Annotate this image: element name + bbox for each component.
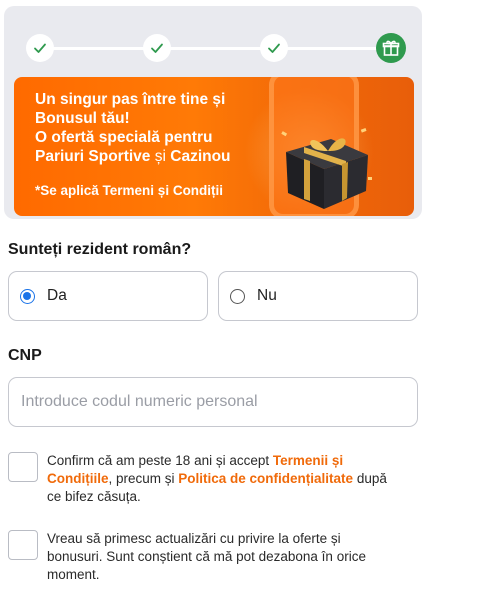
banner-headline: Un singur pas între tine și Bonusul tău!…	[35, 90, 231, 166]
resident-question: Sunteți rezident român?	[8, 241, 192, 258]
banner-sports: Pariuri Sportive	[35, 148, 151, 165]
consent-age-text-before: Confirm că am peste 18 ani și accept	[47, 453, 273, 468]
radio-da-label: Da	[47, 287, 67, 304]
check-icon	[151, 43, 163, 53]
banner-and: și	[150, 148, 171, 165]
cnp-input[interactable]	[8, 377, 418, 427]
banner-line-1: Un singur pas între tine și	[35, 91, 226, 108]
check-icon	[268, 43, 280, 53]
gift-box-illustration-icon	[281, 128, 372, 209]
banner-line-2: Bonusul tău!	[35, 110, 130, 127]
consent-age-text: Confirm că am peste 18 ani și accept Ter…	[47, 452, 387, 506]
step-1-complete	[26, 34, 54, 62]
step-4-current	[376, 33, 406, 63]
stepper-line	[40, 47, 386, 50]
check-icon	[34, 43, 46, 53]
radio-nu-label: Nu	[257, 287, 277, 304]
gift-icon	[382, 40, 400, 56]
resident-option-da[interactable]: Da	[8, 271, 208, 321]
banner-terms-note: *Se aplică Termeni și Condiții	[35, 183, 224, 198]
radio-da[interactable]	[20, 288, 35, 304]
consent-age-checkbox[interactable]	[8, 452, 38, 482]
banner-casino: Cazinou	[170, 148, 231, 165]
consent-marketing-checkbox[interactable]	[8, 530, 38, 560]
promo-banner: Un singur pas între tine și Bonusul tău!…	[14, 77, 414, 216]
resident-option-nu[interactable]: Nu	[218, 271, 418, 321]
banner-line-4: Pariuri Sportive și Cazinou	[35, 147, 231, 166]
radio-nu[interactable]	[230, 288, 245, 304]
banner-line-3: O ofertă specială pentru	[35, 129, 213, 146]
bonus-card: Un singur pas între tine și Bonusul tău!…	[4, 6, 422, 219]
consent-marketing-text: Vreau să primesc actualizări cu privire …	[47, 531, 366, 582]
progress-stepper	[26, 33, 406, 64]
step-2-complete	[143, 34, 171, 62]
step-3-complete	[260, 34, 288, 62]
cnp-label: CNP	[8, 347, 42, 364]
privacy-policy-link[interactable]: Politica de confidențialitate	[178, 471, 353, 486]
consent-age-text-middle: , precum și	[108, 471, 179, 486]
